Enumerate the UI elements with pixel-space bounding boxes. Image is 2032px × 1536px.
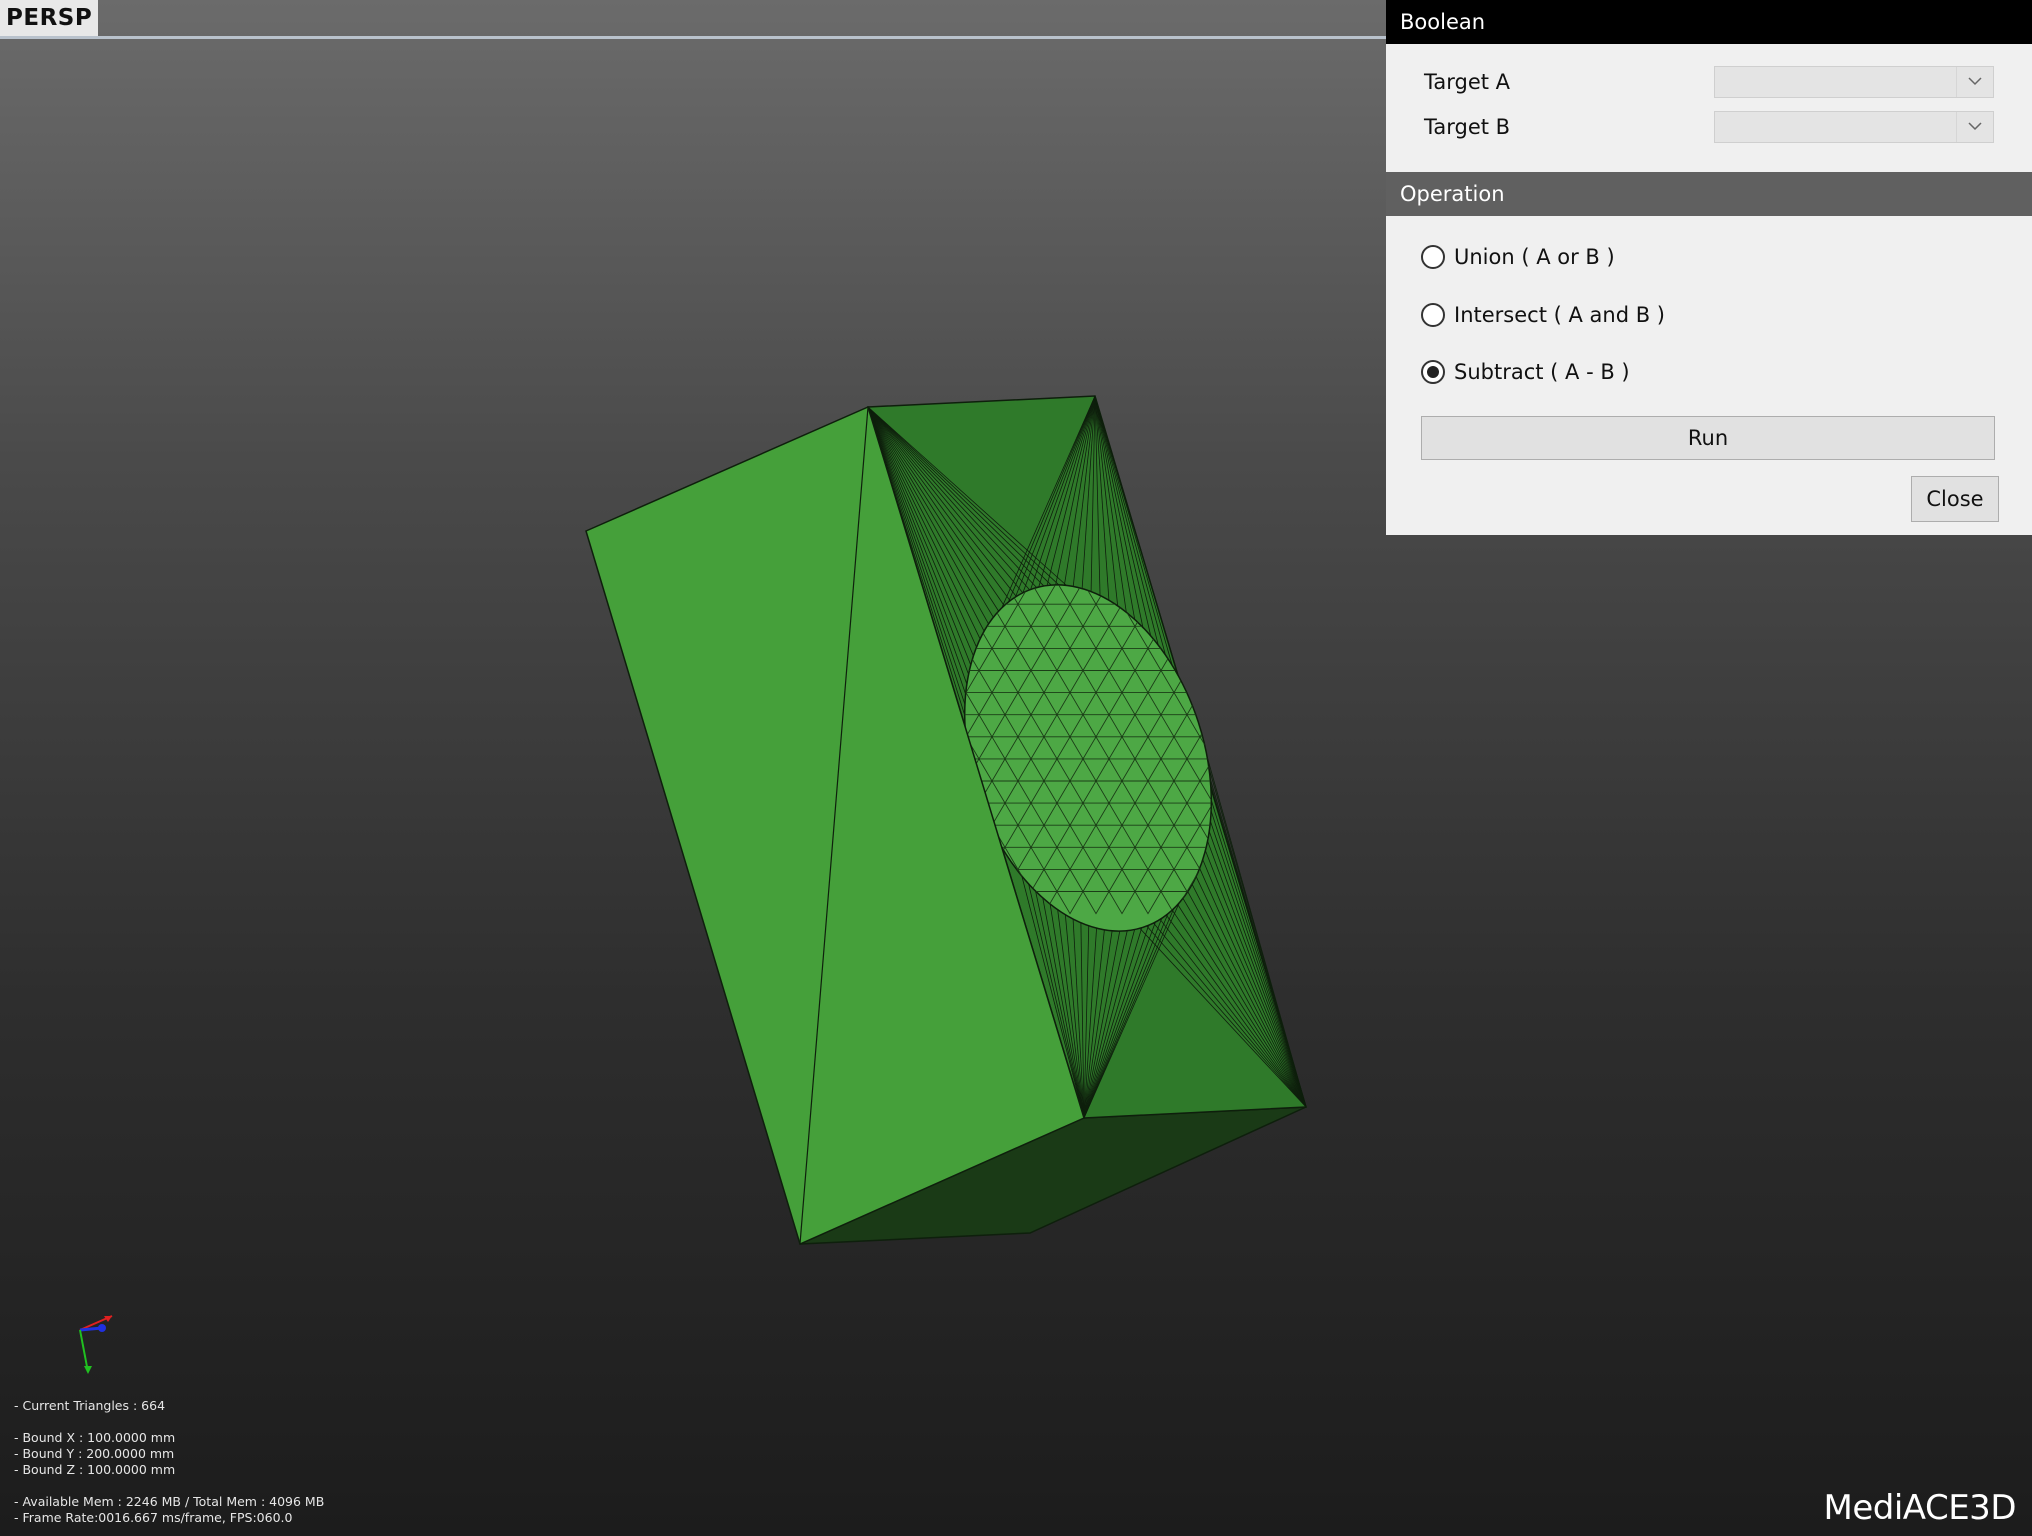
target-a-select[interactable] [1714, 66, 1994, 98]
sphere-triangle [1199, 603, 1227, 628]
viewport-stats: - Current Triangles : 664 - Bound X : 10… [14, 1398, 324, 1526]
stat-memory: - Available Mem : 2246 MB / Total Mem : … [14, 1494, 325, 1509]
sphere-triangle [1186, 625, 1214, 650]
sphere-triangle [1212, 581, 1240, 606]
radio-intersect-label[interactable]: Intersect ( A and B ) [1454, 301, 1665, 329]
radio-union-button[interactable] [1421, 245, 1445, 269]
stat-frame-rate: - Frame Rate:0016.667 ms/frame, FPS:060.… [14, 1510, 293, 1525]
sphere-triangle [1225, 780, 1253, 804]
target-a-label: Target A [1424, 70, 1511, 94]
3d-model[interactable] [0, 0, 1386, 1536]
sphere-triangle [1212, 714, 1240, 738]
sphere-triangle [1238, 846, 1254, 871]
stat-bound-x: - Bound X : 100.0000 mm [14, 1430, 176, 1445]
target-b-select[interactable] [1714, 111, 1994, 143]
sphere-triangle [1212, 758, 1240, 782]
sphere-triangle [1238, 581, 1254, 606]
radio-subtract-label[interactable]: Subtract ( A - B ) [1454, 358, 1630, 386]
sphere-triangle [1212, 670, 1240, 694]
sphere-triangle [1238, 670, 1254, 694]
radio-intersect-button[interactable] [1421, 303, 1445, 327]
boolean-panel: Boolean Target A Target B Operation Unio… [1386, 0, 2032, 535]
sphere-triangle [1238, 625, 1254, 650]
sphere-triangle [1173, 559, 1201, 583]
sphere-triangle [1173, 647, 1201, 672]
radio-subtract-button[interactable] [1421, 360, 1445, 384]
sphere-triangle [1199, 559, 1227, 583]
sphere-triangle [1173, 603, 1201, 628]
sphere-triangle [1199, 647, 1227, 672]
sphere-triangle [1238, 802, 1254, 827]
sphere-triangle [1238, 758, 1254, 782]
sphere-triangle [1212, 625, 1240, 650]
stat-bound-y: - Bound Y : 200.0000 mm [14, 1446, 175, 1461]
radio-union-label[interactable]: Union ( A or B ) [1454, 243, 1615, 271]
stat-bound-z: - Bound Z : 100.0000 mm [14, 1462, 176, 1477]
sphere-triangle [1225, 647, 1253, 672]
sphere-triangle [1186, 581, 1214, 606]
sphere-triangle [1238, 714, 1254, 738]
sphere-triangle [1225, 559, 1253, 583]
operation-header: Operation [1386, 172, 2032, 216]
sphere-triangle [1147, 559, 1175, 583]
chevron-down-icon[interactable] [1956, 112, 1993, 142]
target-b-row: Target B [1424, 111, 2004, 145]
sphere-triangle [1225, 736, 1253, 760]
axis-gizmo [79, 1315, 113, 1374]
sphere-triangle [1225, 692, 1253, 716]
run-button[interactable]: Run [1421, 416, 1995, 460]
sphere-triangle [1160, 581, 1188, 606]
stat-current-triangles: - Current Triangles : 664 [14, 1398, 166, 1413]
target-a-row: Target A [1424, 66, 2004, 100]
app-logo: MediACE3D [1823, 1488, 2017, 1528]
panel-title: Boolean [1386, 0, 2032, 44]
chevron-down-icon[interactable] [1956, 67, 1993, 97]
sphere-triangle [1225, 603, 1253, 628]
sphere-triangle [1199, 692, 1227, 716]
sphere-triangle [1186, 670, 1214, 694]
close-button[interactable]: Close [1911, 476, 1999, 522]
target-b-label: Target B [1424, 115, 1511, 139]
